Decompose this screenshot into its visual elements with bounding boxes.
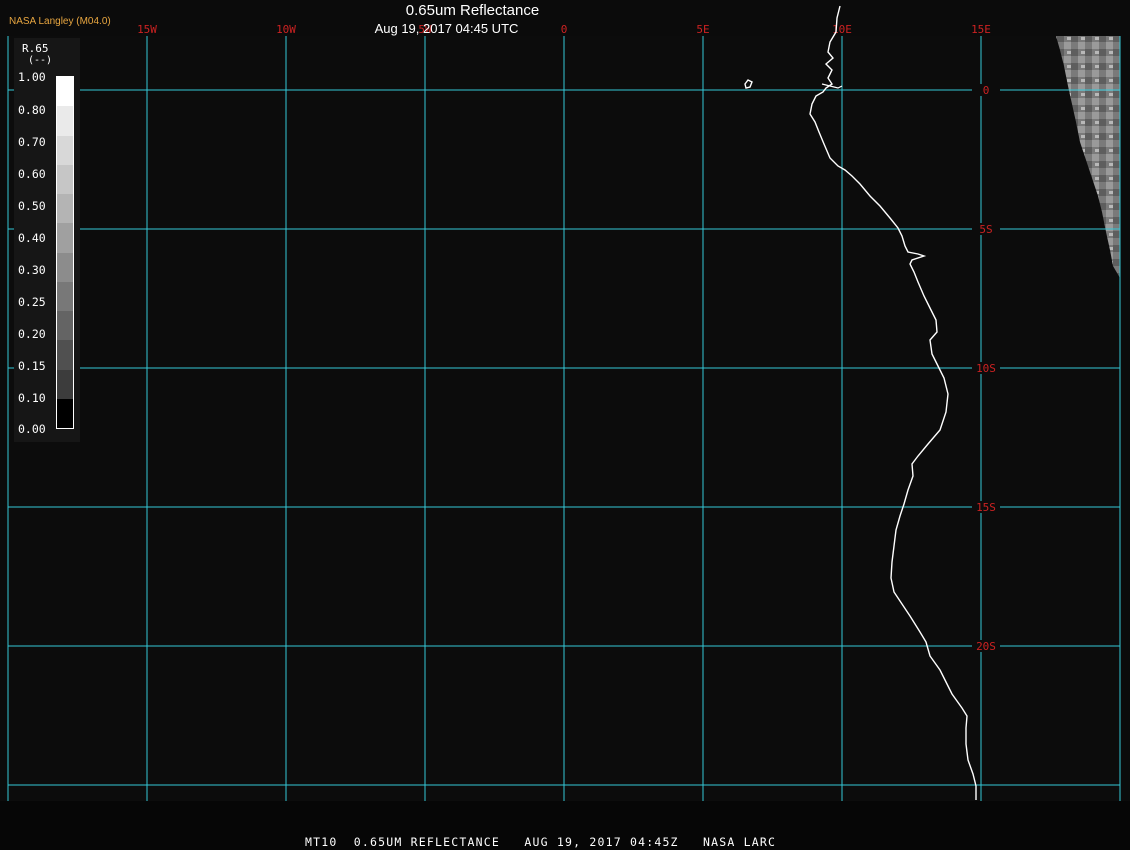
colorbar-tick-label: 0.10 xyxy=(18,391,46,405)
colorbar-tick-label: 0.60 xyxy=(18,167,46,181)
colorbar-step xyxy=(57,164,73,194)
coastline-island xyxy=(744,79,753,89)
colorbar-step xyxy=(57,135,73,165)
longitude-label: 15E xyxy=(971,23,991,36)
legend-title: R.65 xyxy=(22,42,49,55)
colorbar-step xyxy=(57,369,73,399)
colorbar-step xyxy=(57,281,73,311)
footer-caption: MT10 0.65UM REFLECTANCE AUG 19, 2017 04:… xyxy=(305,835,777,849)
colorbar-tick-label: 0.00 xyxy=(18,422,46,436)
latitude-label: 20S xyxy=(976,640,996,653)
colorbar-tick-label: 0.15 xyxy=(18,359,46,373)
colorbar-step xyxy=(57,223,73,253)
cloud-field xyxy=(1056,36,1120,278)
latitude-label: 5S xyxy=(979,223,992,236)
latitude-label: 0 xyxy=(983,84,990,97)
colorbar-tick-label: 1.00 xyxy=(18,70,46,84)
colorbar-step xyxy=(57,340,73,370)
colorbar-step xyxy=(57,311,73,341)
map-overlay: 15W 10W 5W 0 5E 10E 15E05S10S15S20S xyxy=(7,5,1121,801)
colorbar-step xyxy=(57,106,73,136)
colorbar-tick-label: 0.30 xyxy=(18,263,46,277)
colorbar-tick-label: 0.25 xyxy=(18,295,46,309)
observation-timestamp: Aug 19, 2017 04:45 UTC xyxy=(374,21,519,36)
coastline-africa xyxy=(809,5,977,800)
coastline xyxy=(744,5,977,800)
product-title: 0.65um Reflectance xyxy=(405,2,540,19)
latitude-label: 15S xyxy=(976,501,996,514)
colorbar xyxy=(56,76,74,429)
colorbar-tick-label: 0.40 xyxy=(18,231,46,245)
colorbar-tick-label: 0.70 xyxy=(18,135,46,149)
cloud-region xyxy=(1056,36,1120,278)
colorbar-step xyxy=(57,252,73,282)
colorbar-tick-label: 0.80 xyxy=(18,103,46,117)
latitude-label: 10S xyxy=(976,362,996,375)
colorbar-step xyxy=(57,77,73,107)
colorbar-tick-label: 0.50 xyxy=(18,199,46,213)
colorbar-step xyxy=(57,398,73,428)
legend-unit: (--) xyxy=(28,55,53,66)
graticule: 15W 10W 5W 0 5E 10E 15E05S10S15S20S xyxy=(7,23,1121,801)
colorbar-tick-label: 0.20 xyxy=(18,327,46,341)
colorbar-step xyxy=(57,194,73,224)
